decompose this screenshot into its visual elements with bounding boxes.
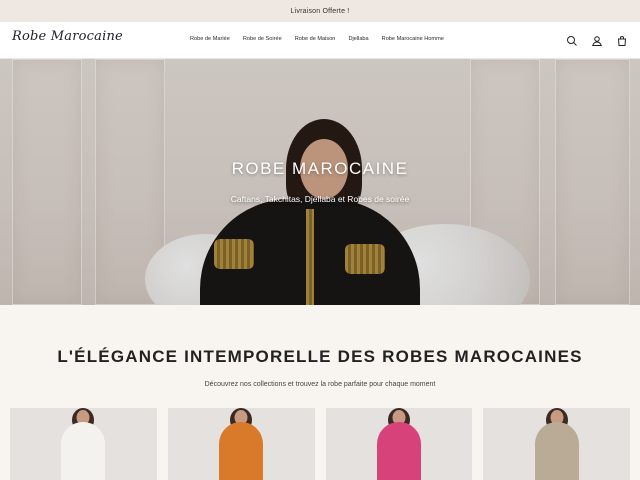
announcement-text: Livraison Offerte !	[290, 7, 350, 15]
main-nav: Robe de Mariée Robe de Soirée Robe de Ma…	[190, 36, 444, 42]
site-header: Robe Marocaine Robe de Mariée Robe de So…	[0, 22, 640, 59]
search-icon[interactable]	[566, 34, 578, 46]
collection-card[interactable]	[325, 408, 473, 480]
card-dress-image	[376, 422, 421, 480]
nav-item-djellaba[interactable]: Djellaba	[348, 36, 368, 42]
collection-subtitle: Découvrez nos collections et trouvez la …	[204, 381, 436, 388]
collection-card[interactable]	[10, 408, 157, 480]
site-logo[interactable]: Robe Marocaine	[12, 29, 123, 44]
nav-item-robe-marocaine-homme[interactable]: Robe Marocaine Homme	[382, 36, 444, 42]
account-icon[interactable]	[591, 34, 603, 46]
cart-icon[interactable]	[616, 34, 628, 46]
collection-cards	[10, 408, 630, 480]
hero-overlay	[0, 59, 640, 305]
hero-subtitle: Caftans, Takchitas, Djellaba et Robes de…	[230, 194, 410, 204]
nav-item-robe-de-mariee[interactable]: Robe de Mariée	[190, 36, 230, 42]
hero-banner[interactable]: ROBE MAROCAINE Caftans, Takchitas, Djell…	[0, 59, 640, 305]
announcement-bar: Livraison Offerte !	[0, 0, 640, 22]
card-dress-image	[61, 422, 106, 480]
card-dress-image	[534, 422, 579, 480]
hero-title: ROBE MAROCAINE	[231, 159, 409, 178]
collection-card[interactable]	[483, 408, 630, 480]
nav-item-robe-de-maison[interactable]: Robe de Maison	[295, 36, 336, 42]
collection-title: L'ÉLÉGANCE INTEMPORELLE DES ROBES MAROCA…	[57, 347, 583, 366]
card-dress-image	[219, 422, 264, 480]
nav-item-robe-de-soiree[interactable]: Robe de Soirée	[243, 36, 282, 42]
header-icons	[566, 34, 628, 46]
collection-card[interactable]	[167, 408, 315, 480]
